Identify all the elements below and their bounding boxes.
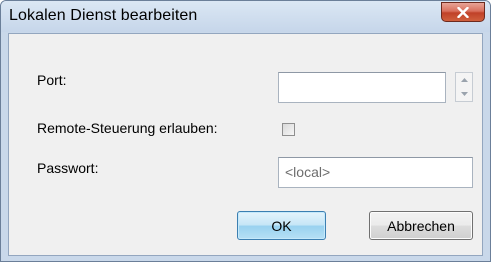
arrow-down-icon [460,92,468,96]
ok-button-label: OK [271,217,292,234]
ok-button[interactable]: OK [237,211,326,240]
remote-control-label: Remote-Steuerung erlauben: [37,120,218,136]
dialog-body: Port: Remote-Steuerung erlauben: Passwor… [8,33,483,256]
cancel-button[interactable]: Abbrechen [369,211,473,240]
spin-down-button[interactable] [456,87,472,101]
arrow-up-icon [460,78,468,82]
dialog-window: Lokalen Dienst bearbeiten Port: Remote-S… [0,0,491,262]
window-title: Lokalen Dienst bearbeiten [9,7,198,24]
remote-control-checkbox[interactable] [282,123,295,136]
close-button[interactable] [441,2,485,22]
password-value: <local> [285,164,331,180]
spin-up-button[interactable] [456,73,472,87]
port-input[interactable] [278,72,446,103]
password-label: Passwort: [37,160,99,176]
title-bar[interactable]: Lokalen Dienst bearbeiten [1,1,490,32]
port-label: Port: [37,72,67,88]
password-input[interactable]: <local> [278,157,473,188]
close-icon [457,6,469,18]
cancel-button-label: Abbrechen [387,217,455,234]
port-spinner[interactable] [455,72,473,102]
